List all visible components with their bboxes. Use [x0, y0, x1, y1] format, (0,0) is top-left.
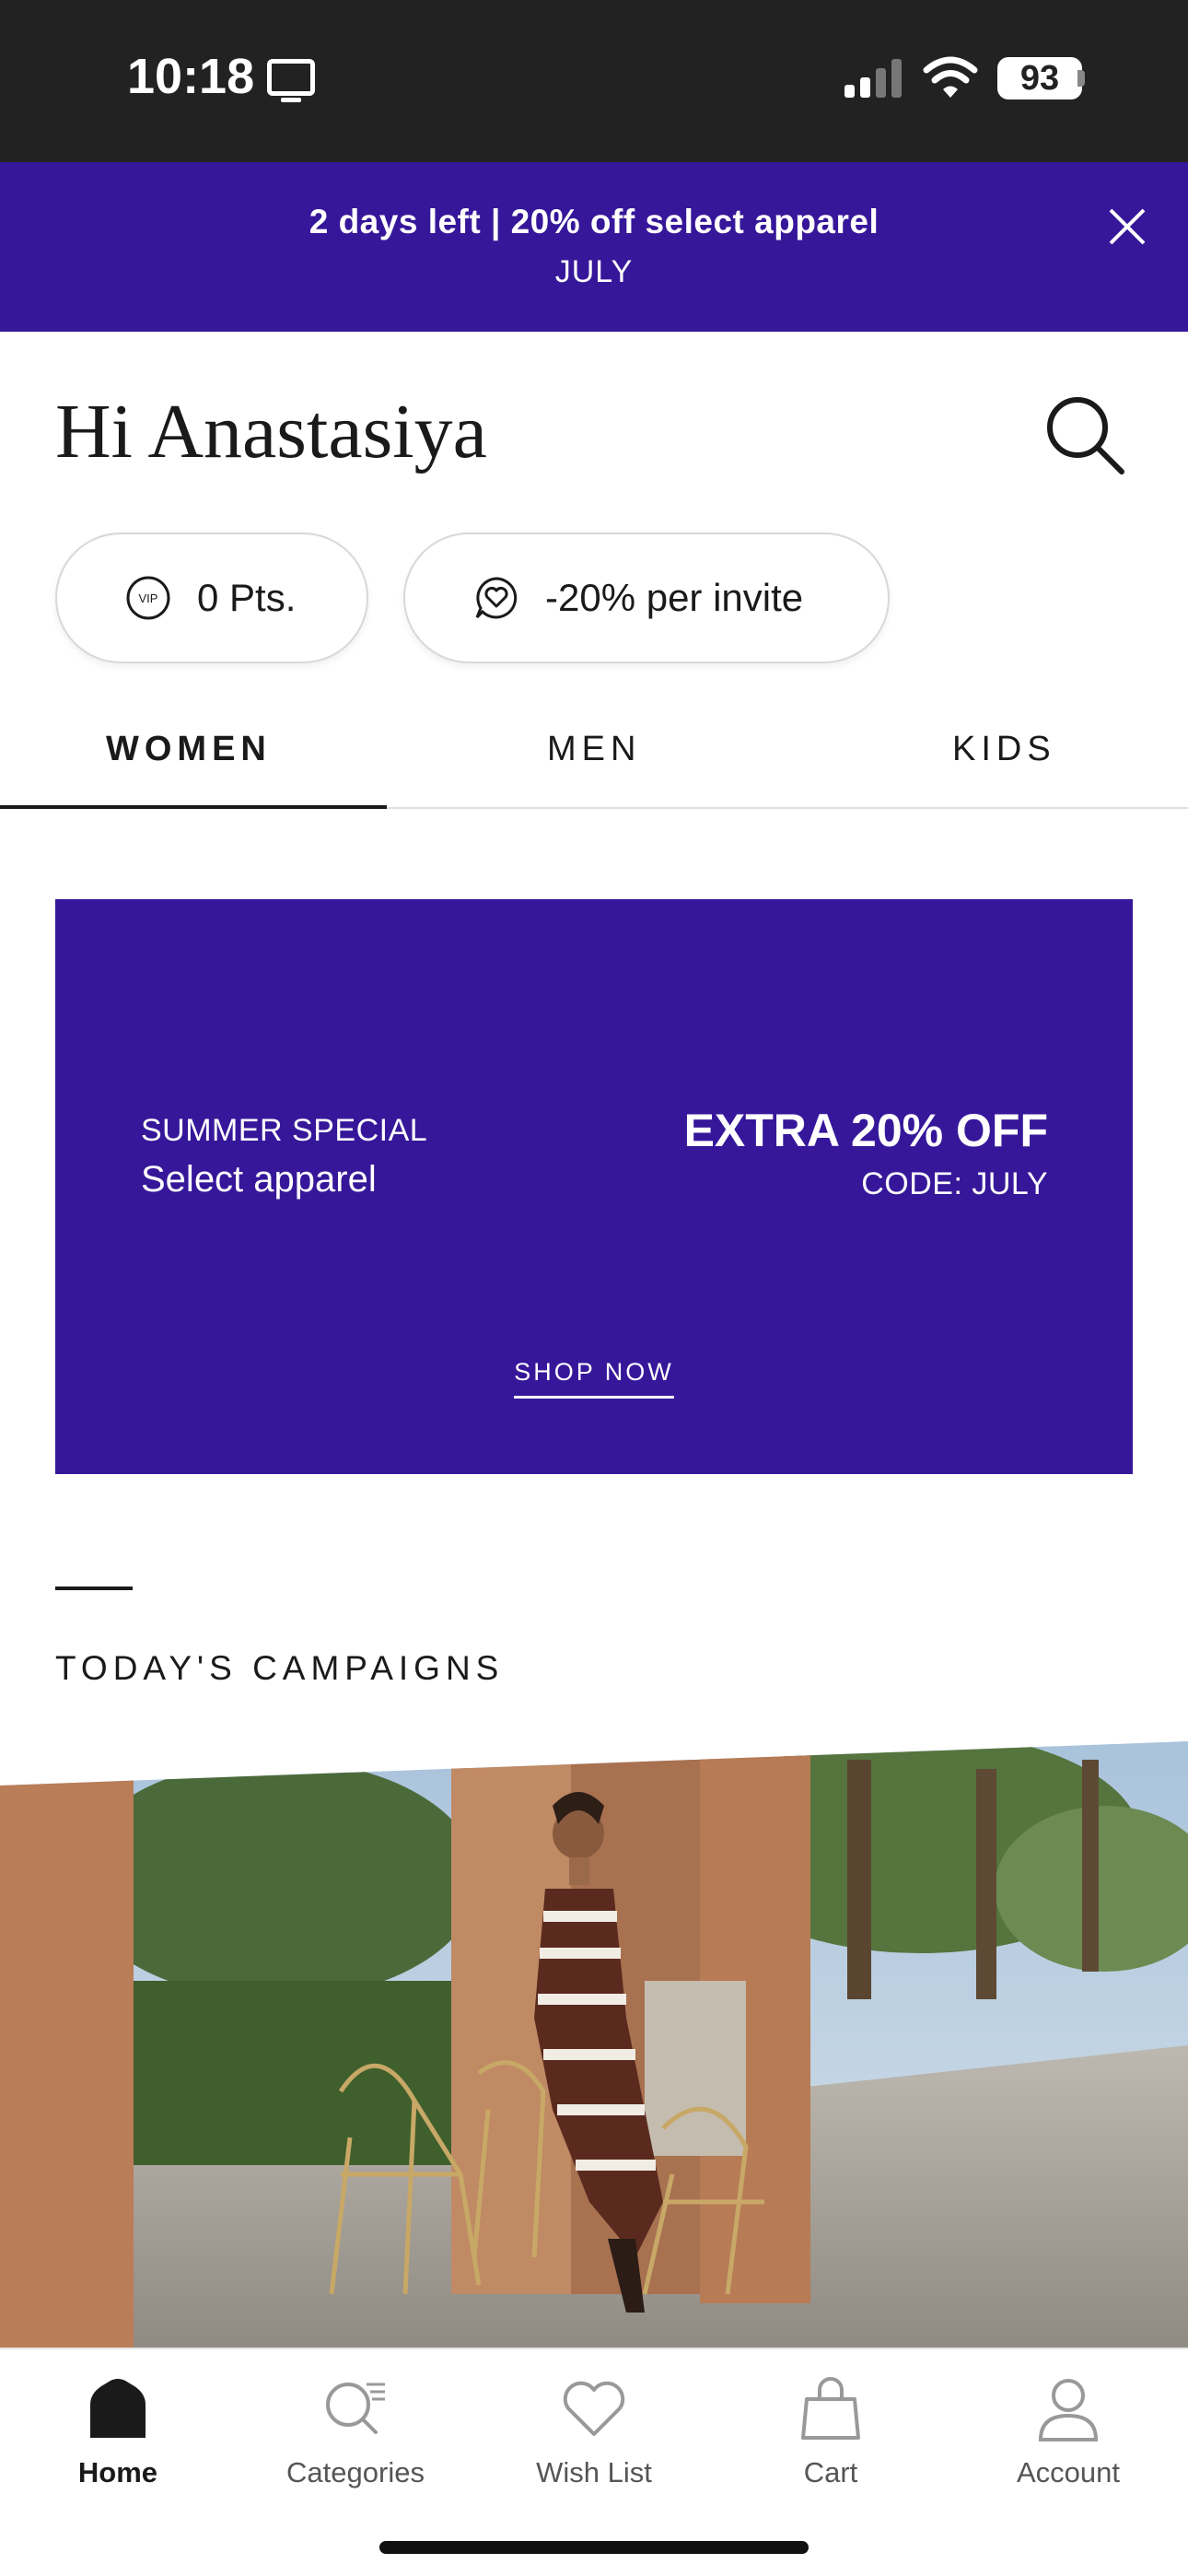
search-icon[interactable] — [1041, 391, 1129, 479]
section-divider — [55, 1587, 133, 1590]
invite-friends-button[interactable]: -20% per invite — [403, 533, 890, 663]
campaign-image[interactable] — [0, 1741, 1188, 2349]
nav-cart[interactable]: Cart — [739, 2373, 923, 2489]
nav-home-label: Home — [77, 2456, 158, 2488]
shopping-bag-icon — [801, 2377, 860, 2440]
vip-points-button[interactable]: VIP 0 Pts. — [55, 533, 368, 663]
nav-account-label: Account — [1016, 2456, 1120, 2488]
status-time: 10:18 — [127, 49, 255, 104]
status-bar: 10:18 93 — [0, 0, 1188, 162]
nav-categories-label: Categories — [286, 2456, 425, 2488]
hero-kicker: SUMMER SPECIAL — [141, 1113, 428, 1148]
wifi-icon — [923, 56, 978, 98]
vip-badge-text: VIP — [139, 591, 158, 605]
nav-wishlist-label: Wish List — [536, 2456, 652, 2488]
greeting-title: Hi Anastasiya — [55, 389, 487, 474]
tab-women[interactable]: WOMEN — [106, 730, 272, 769]
gender-tabs: WOMEN MEN KIDS — [0, 700, 1188, 809]
nav-home[interactable]: Home — [26, 2373, 210, 2489]
heart-icon — [563, 2381, 625, 2436]
battery-indicator: 93 — [997, 57, 1082, 100]
person-icon — [1038, 2379, 1099, 2441]
shop-now-link[interactable]: SHOP NOW — [514, 1358, 674, 1399]
campaigns-section-title: TODAY'S CAMPAIGNS — [55, 1649, 505, 1687]
promo-banner[interactable]: 2 days left | 20% off select apparel JUL… — [0, 162, 1188, 332]
shop-now-link-wrap: SHOP NOW — [55, 1358, 1133, 1399]
promo-title: 2 days left | 20% off select apparel — [309, 203, 879, 240]
heart-chat-icon — [475, 577, 518, 619]
screen-mirroring-icon — [267, 59, 315, 102]
vip-badge-icon: VIP — [126, 576, 170, 620]
home-indicator — [379, 2541, 809, 2554]
summer-special-banner[interactable]: SUMMER SPECIAL Select apparel EXTRA 20% … — [55, 899, 1133, 1474]
nav-categories[interactable]: Categories — [263, 2373, 448, 2489]
close-icon[interactable] — [1101, 201, 1153, 252]
categories-search-icon — [326, 2383, 385, 2434]
cellular-signal-icon — [844, 59, 902, 98]
nav-wishlist[interactable]: Wish List — [502, 2373, 686, 2489]
hero-subtitle: Select apparel — [141, 1159, 377, 1200]
active-tab-indicator — [0, 805, 387, 809]
hero-offer-code: CODE: JULY — [861, 1166, 1048, 1201]
battery-tip — [1077, 70, 1085, 87]
promo-code: JULY — [554, 254, 634, 289]
home-icon — [90, 2379, 146, 2438]
tab-kids[interactable]: KIDS — [952, 730, 1056, 769]
tab-men[interactable]: MEN — [547, 730, 641, 769]
hero-offer: EXTRA 20% OFF — [683, 1105, 1048, 1156]
nav-cart-label: Cart — [803, 2456, 858, 2488]
points-label: 0 Pts. — [197, 576, 297, 619]
nav-account[interactable]: Account — [976, 2373, 1160, 2489]
invite-label: -20% per invite — [545, 576, 804, 619]
